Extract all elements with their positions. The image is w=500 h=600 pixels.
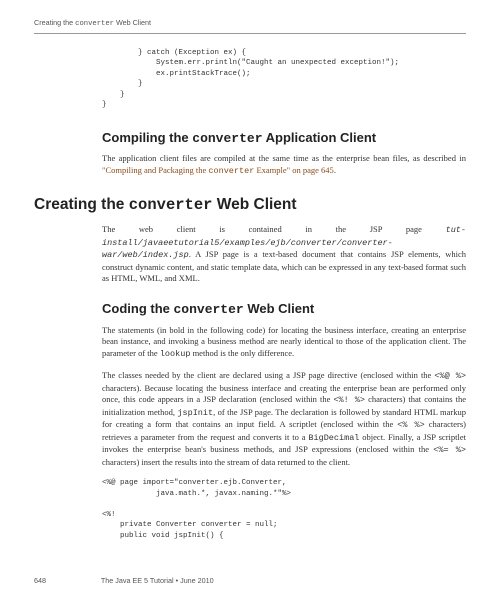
section-compiling: Compiling the converter Application Clie… — [102, 129, 466, 148]
para-webclient-intro: The web client is contained in the JSP p… — [102, 224, 466, 284]
page-number: 648 — [34, 576, 99, 586]
section-coding-code: converter — [174, 302, 244, 317]
running-head: Creating the converter Web Client — [34, 18, 466, 34]
code-block-exception: } catch (Exception ex) { System.err.prin… — [102, 48, 466, 111]
heading-creating: Creating the converter Web Client — [34, 195, 466, 216]
para-classes: The classes needed by the client are dec… — [102, 370, 466, 468]
code-block-jsp: <%@ page import="converter.ejb.Converter… — [102, 478, 466, 541]
para-compiling-end: . — [334, 165, 336, 175]
para-webclient-a: The web client is contained in the JSP p… — [102, 224, 422, 234]
heading-creating-code: converter — [129, 196, 213, 214]
section-coding-suffix: Web Client — [244, 301, 315, 316]
xref-link[interactable]: "Compiling and Packaging the converter E… — [102, 165, 334, 175]
running-head-suffix: Web Client — [114, 18, 151, 27]
section-coding-prefix: Coding the — [102, 301, 174, 316]
para-compiling: The application client files are compile… — [102, 153, 466, 177]
section-compiling-code: converter — [192, 131, 262, 146]
heading-creating-suffix: Web Client — [212, 196, 296, 213]
running-head-code: converter — [75, 20, 114, 28]
section-compiling-prefix: Compiling the — [102, 130, 192, 145]
page-footer: 648 The Java EE 5 Tutorial • June 2010 — [34, 576, 466, 586]
footer-title: The Java EE 5 Tutorial • June 2010 — [101, 576, 214, 585]
para-statements: The statements (in bold in the following… — [102, 325, 466, 360]
heading-creating-prefix: Creating the — [34, 196, 129, 213]
section-coding: Coding the converter Web Client — [102, 300, 466, 319]
running-head-prefix: Creating the — [34, 18, 75, 27]
para-compiling-text: The application client files are compile… — [102, 153, 466, 163]
section-compiling-suffix: Application Client — [263, 130, 377, 145]
lookup-code: lookup — [160, 349, 191, 359]
